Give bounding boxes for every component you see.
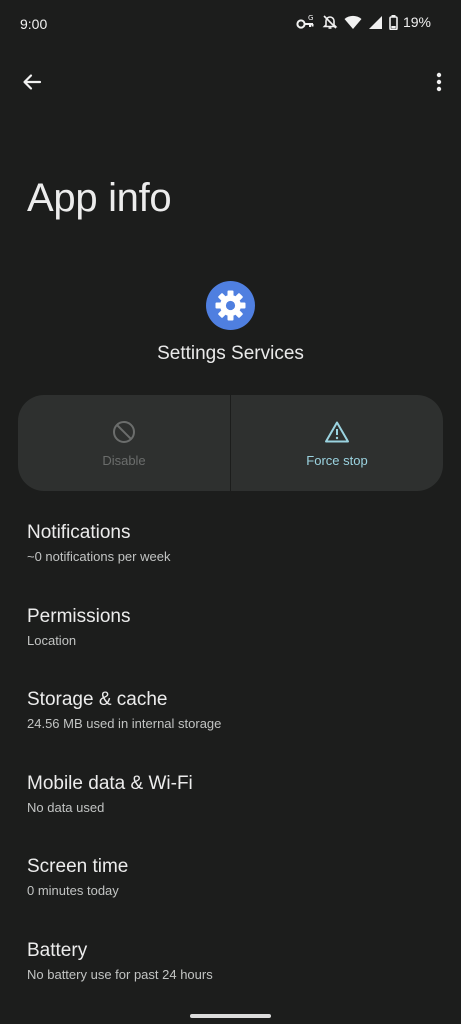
settings-item-title: Permissions [27, 605, 131, 627]
action-panel: Disable Force stop [18, 395, 443, 491]
svg-text:G: G [308, 14, 313, 22]
disable-button[interactable]: Disable [18, 395, 230, 491]
gear-icon [206, 281, 255, 330]
status-time: 9:00 [20, 16, 48, 32]
settings-item-title: Notifications [27, 522, 131, 543]
block-icon [112, 419, 136, 445]
status-icons: G 19% [296, 14, 431, 30]
settings-item-subtitle: 24.56 MB used in internal storage [27, 716, 222, 731]
battery-icon [389, 14, 398, 30]
settings-list: Notifications ~0 notifications per week … [27, 520, 437, 1021]
settings-item-permissions[interactable]: Permissions Location [27, 604, 437, 688]
arrow-back-icon [23, 74, 42, 90]
settings-item-title: Screen time [27, 856, 129, 877]
settings-item-storage[interactable]: Storage & cache 24.56 MB used in interna… [27, 687, 437, 771]
settings-item-subtitle: No data used [27, 799, 105, 815]
more-options-button[interactable] [431, 68, 447, 96]
settings-item-subtitle: 0 minutes today [27, 883, 119, 898]
app-name: Settings Services [157, 343, 304, 364]
vpn-key-icon: G [296, 14, 314, 29]
more-vert-icon [436, 72, 442, 92]
wifi-icon [344, 15, 362, 29]
disable-label: Disable [102, 453, 146, 468]
settings-item-subtitle: ~0 notifications per week [27, 549, 171, 564]
force-stop-label: Force stop [306, 453, 368, 468]
settings-item-subtitle: No battery use for past 24 hours [27, 966, 213, 982]
settings-item-subtitle: Location [27, 632, 77, 648]
battery-percent: 19% [402, 14, 431, 30]
mute-icon [322, 15, 338, 29]
settings-item-title: Battery [27, 939, 88, 961]
settings-item-title: Mobile data & Wi-Fi [27, 772, 193, 794]
signal-icon [368, 15, 382, 29]
settings-item-screen-time[interactable]: Screen time 0 minutes today [27, 854, 437, 938]
settings-item-title: Storage & cache [27, 689, 168, 710]
settings-item-notifications[interactable]: Notifications ~0 notifications per week [27, 520, 437, 604]
gesture-nav-handle[interactable] [190, 1014, 271, 1018]
warning-icon [324, 419, 350, 445]
settings-item-battery[interactable]: Battery No battery use for past 24 hours [27, 938, 437, 1022]
page-title: App info [27, 176, 172, 220]
settings-item-mobile-data[interactable]: Mobile data & Wi-Fi No data used [27, 771, 437, 855]
force-stop-button[interactable]: Force stop [230, 395, 443, 491]
status-bar: 9:00 G 19% [0, 0, 461, 50]
back-button[interactable] [18, 68, 46, 96]
